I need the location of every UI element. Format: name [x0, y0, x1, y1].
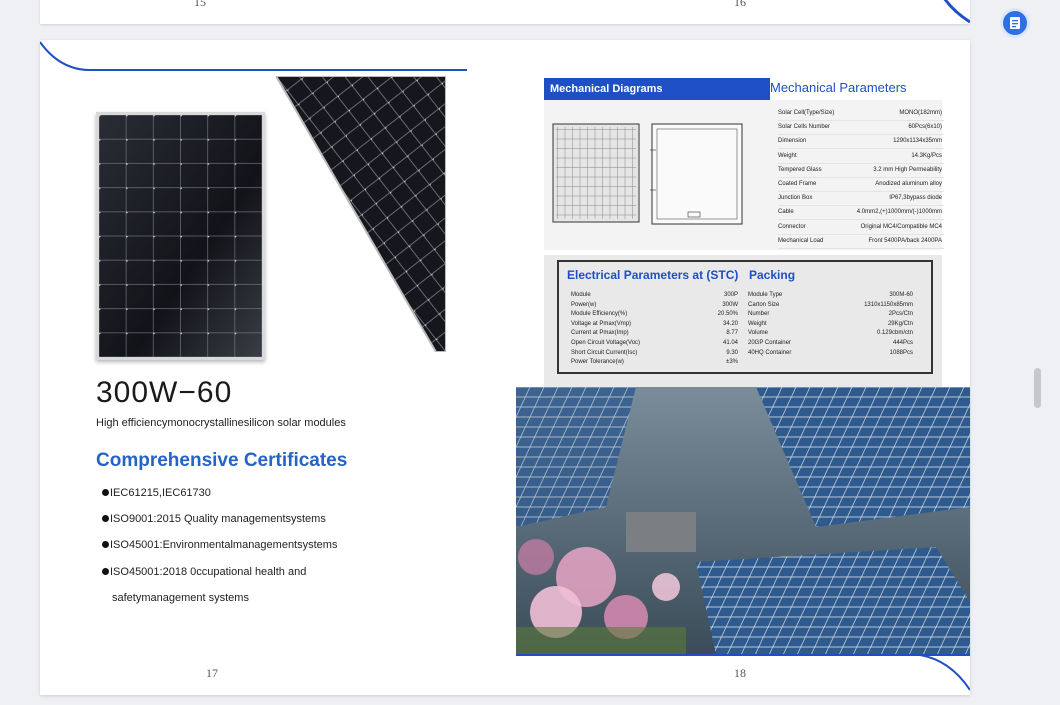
param-key: Mechanical Load	[778, 237, 824, 244]
param-key: Cable	[778, 209, 794, 216]
electrical-param-value: 34.20	[722, 320, 738, 327]
param-value: 60Pcs(6x10)	[908, 124, 942, 131]
param-value: 3.2 mm High Permeability	[873, 166, 942, 173]
mechanical-param-row: Solar Cell(Type/Size) MONO(182mm)	[778, 106, 944, 121]
packing-param-value: 0.129cbm/ctn	[876, 330, 913, 337]
mechanical-diagrams-heading: Mechanical Diagrams	[544, 78, 770, 100]
bullet-icon	[102, 515, 109, 522]
param-value: 1290x1134x35mm	[893, 138, 942, 145]
packing-param-value: 444Pcs	[892, 340, 913, 346]
photo-scene	[516, 387, 970, 655]
bullet-icon	[102, 568, 109, 575]
footer-swoosh	[920, 654, 970, 691]
mechanical-param-row: Mechanical Load Front 5400PA/back 2400PA	[778, 234, 944, 249]
document-translate-button[interactable]	[1003, 11, 1027, 35]
scrollbar-track[interactable]	[1034, 0, 1044, 705]
electrical-heading: Electrical Parameters at (STC)	[567, 268, 739, 282]
product-subtitle: High efficiencymonocrystallinesilicon so…	[96, 417, 346, 429]
mechanical-param-row: Cable 4.0mm2,(+)1000mm/(-)1000mm	[778, 205, 944, 221]
solar-panel-image	[96, 112, 265, 360]
param-value: MONO(182mm)	[899, 110, 942, 116]
param-value: Front 5400PA/back 2400PA	[868, 237, 943, 244]
mechanical-parameters-heading: Mechanical Parameters	[770, 78, 942, 101]
bullet-icon	[102, 489, 109, 496]
cert-item: IEC61215,IEC61730	[102, 487, 211, 499]
page-number-15: 15	[194, 0, 206, 9]
mechanical-param-row: Connector Original MC4/Compatible MC4	[778, 220, 944, 235]
param-key: Connector	[778, 223, 806, 230]
param-value: Anodized aluminum alloy	[875, 181, 942, 187]
panel-front-diagram	[552, 123, 640, 223]
packing-param-value: 29Kg/Ctn	[887, 320, 913, 327]
solar-panel-angled-image	[276, 76, 446, 352]
mechanical-param-row: Dimension 1290x1134x35mm	[778, 134, 944, 150]
electrical-param-value: 20.50%	[717, 311, 738, 318]
panel-back-diagram	[650, 123, 743, 225]
mechanical-param-row: Weight 14.3Kg/Pcs	[778, 149, 944, 164]
packing-param-value: 1088Pcs	[889, 349, 913, 356]
param-value: Original MC4/Compatible MC4	[860, 223, 942, 230]
angled-panel	[276, 76, 446, 352]
param-value: 14.3Kg/Pcs	[911, 152, 942, 159]
electrical-param-value: 300P	[723, 292, 738, 298]
mechanical-param-row: Junction Box IP67,3bypass diode	[778, 191, 944, 207]
param-key: Weight	[778, 152, 797, 159]
previous-page: 15 16	[40, 0, 970, 24]
param-key: Solar Cell(Type/Size)	[778, 110, 835, 116]
page-number-left: 17	[206, 666, 218, 680]
param-key: Junction Box	[778, 195, 813, 202]
param-key: Tempered Glass	[778, 166, 822, 173]
mechanical-section: Solar Cell(Type/Size) MONO(182mm) Solar Ce…	[544, 100, 944, 250]
param-value: 4.0mm2,(+)1000mm/(-)1000mm	[856, 209, 942, 216]
cert-item: ISO45001:2018 0ccupational health and	[102, 566, 306, 578]
mechanical-param-row: Tempered Glass 3.2 mm High Permeability	[778, 163, 944, 178]
electrical-param-value: 9.30	[726, 349, 738, 356]
page-number-16: 16	[734, 0, 746, 9]
electrical-param-value: ±3%	[726, 359, 738, 366]
corner-swoosh	[943, 0, 970, 24]
panel-cells	[99, 115, 262, 357]
cert-item: ISO45001:Environmentalmanagementsystems	[102, 539, 337, 551]
bullet-icon	[102, 541, 109, 548]
mechanical-param-row: Coated Frame Anodized aluminum alloy	[778, 177, 944, 192]
brochure-spread: 300W−60 High efficiencymonocrystallinesi…	[40, 40, 970, 695]
header-swoosh	[40, 41, 467, 71]
cert-item: ISO9001:2015 Quality managementsystems	[102, 513, 326, 525]
electrical-packing-box: Electrical Parameters at (STC) Packing M…	[557, 260, 933, 374]
cert-item-continued: safetymanagement systems	[112, 592, 249, 604]
electrical-param-value: 41.04	[722, 340, 738, 346]
param-key: Dimension	[778, 138, 807, 145]
rooftop-solar-photo	[516, 387, 970, 655]
model-title: 300W−60	[96, 376, 233, 409]
packing-heading: Packing	[749, 268, 796, 282]
certificates-heading: Comprehensive Certificates	[96, 450, 348, 471]
param-key: Coated Frame	[778, 181, 817, 187]
packing-param-value: 1310x1150x85mm	[864, 301, 913, 308]
mechanical-param-row: Solar Cells Number 60Pcs(6x10)	[778, 120, 944, 136]
document-translate-icon	[1010, 17, 1020, 29]
scrollbar-thumb[interactable]	[1034, 368, 1041, 408]
packing-param-value: 300M-60	[889, 292, 913, 298]
electrical-param-value: 8.77	[726, 330, 738, 337]
electrical-param-value: 300W	[722, 301, 738, 308]
page-number-right: 18	[734, 666, 746, 680]
param-key: Solar Cells Number	[778, 124, 831, 131]
param-value: IP67,3bypass diode	[889, 195, 942, 202]
photo-underline	[516, 654, 970, 656]
packing-param-value: 2Pcs/Ctn	[888, 311, 913, 318]
